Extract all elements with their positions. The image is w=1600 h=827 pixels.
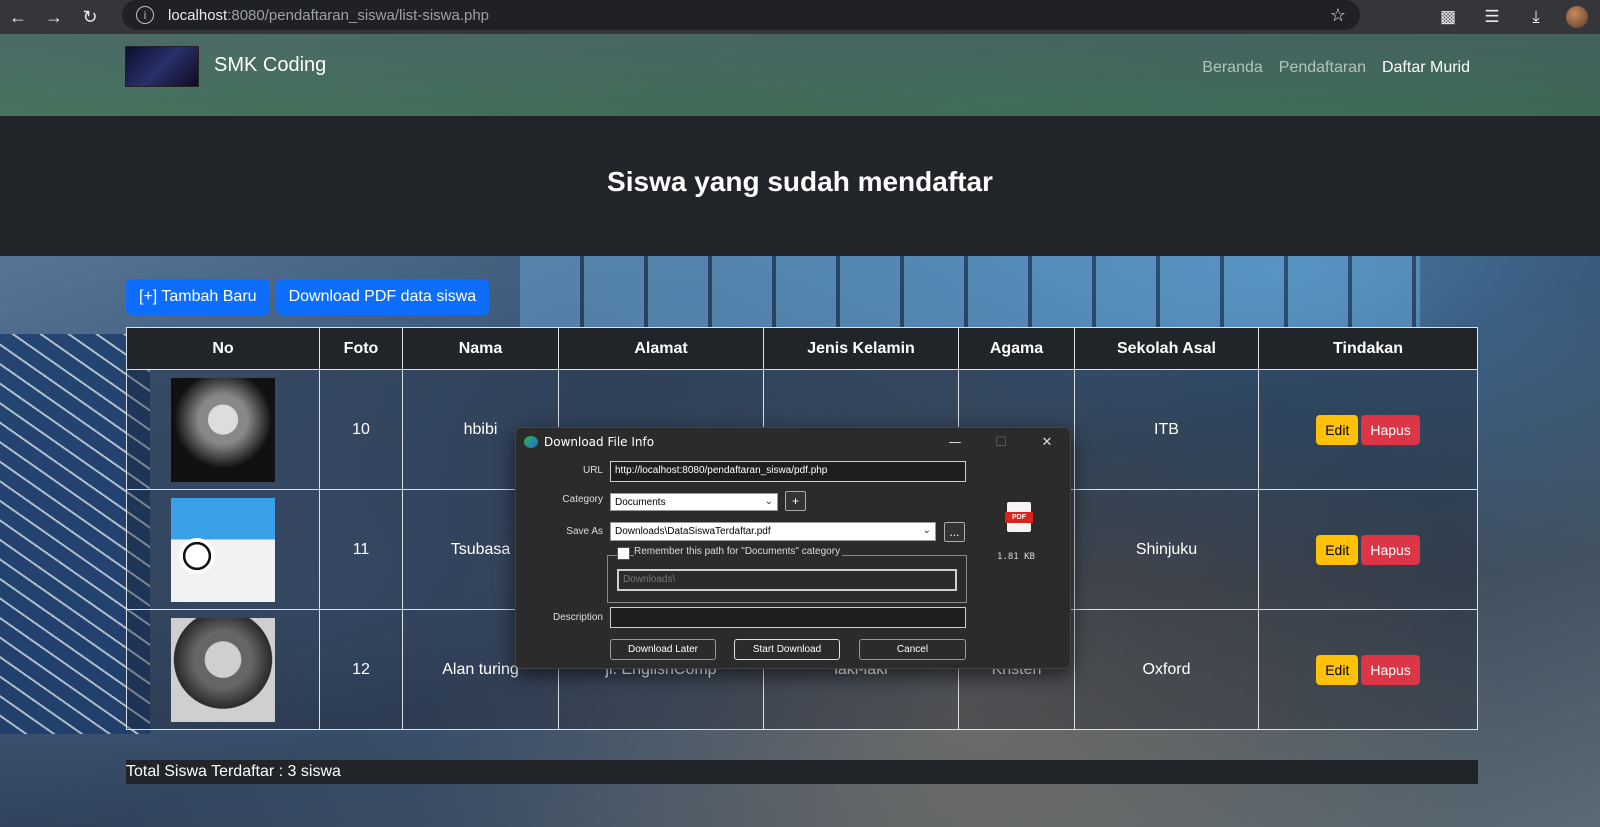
maximize-icon: ☐ xyxy=(995,434,1007,450)
cell-sekolah-asal: Oxford xyxy=(1074,609,1259,730)
category-select[interactable]: Documents ⌄ xyxy=(610,493,778,511)
remember-path-field: Downloads\ xyxy=(617,569,957,591)
edit-button[interactable]: Edit xyxy=(1316,534,1359,565)
extensions-icon[interactable]: ▩ xyxy=(1426,0,1470,34)
download-icon[interactable]: ⤓ xyxy=(1514,0,1558,34)
photo-cell xyxy=(126,369,320,490)
save-as-label: Save As xyxy=(566,526,603,537)
cell-tindakan: Edit Hapus xyxy=(1258,609,1478,730)
nav-link-daftar-murid[interactable]: Daftar Murid xyxy=(1382,59,1470,77)
close-icon[interactable]: ✕ xyxy=(1024,428,1070,456)
add-student-button[interactable]: [+] Tambah Baru xyxy=(126,279,270,315)
download-pdf-button[interactable]: Download PDF data siswa xyxy=(275,279,490,315)
photo-cell xyxy=(126,489,320,610)
col-header-agama: Agama xyxy=(958,327,1075,370)
url-field[interactable]: http://localhost:8080/pendaftaran_siswa/… xyxy=(610,461,966,482)
forward-icon[interactable]: → xyxy=(36,0,72,34)
edit-button[interactable]: Edit xyxy=(1316,654,1359,685)
action-buttons: [+] Tambah Baru Download PDF data siswa xyxy=(126,279,490,315)
chevron-down-icon: ⌄ xyxy=(922,525,931,536)
cancel-button[interactable]: Cancel xyxy=(859,639,966,660)
dialog-title: Download File Info xyxy=(544,435,655,449)
col-header-tindakan: Tindakan xyxy=(1258,327,1478,370)
cell-tindakan: Edit Hapus xyxy=(1258,369,1478,490)
browser-actions: ▩ ☰ ⤓ xyxy=(1426,0,1600,34)
student-photo xyxy=(171,497,275,602)
col-header-jenis-kelamin: Jenis Kelamin xyxy=(763,327,959,370)
address-bar[interactable]: i localhost:8080/pendaftaran_siswa/list-… xyxy=(122,0,1360,30)
download-later-button[interactable]: Download Later xyxy=(610,639,716,660)
remember-path-checkbox[interactable] xyxy=(617,547,630,560)
total-students: Total Siswa Terdaftar : 3 siswa xyxy=(126,760,1478,784)
student-photo xyxy=(171,617,275,722)
cell-no: 10 xyxy=(319,369,403,490)
save-as-field[interactable]: Downloads\DataSiswaTerdaftar.pdf ⌄ xyxy=(610,522,936,541)
brand-logo[interactable] xyxy=(125,46,199,87)
cell-sekolah-asal: Shinjuku xyxy=(1074,489,1259,610)
category-value: Documents xyxy=(615,497,666,508)
page-title: Siswa yang sudah mendaftar xyxy=(607,166,993,197)
pdf-tag: PDF xyxy=(1005,512,1033,523)
bookmark-star-icon[interactable]: ☆ xyxy=(1330,5,1346,26)
remember-path-label: Remember this path for "Documents" categ… xyxy=(634,546,843,557)
pdf-file-icon: PDF xyxy=(1005,502,1033,532)
category-label: Category xyxy=(562,494,603,505)
nav-link-beranda[interactable]: Beranda xyxy=(1202,59,1263,77)
nav-link-pendaftaran[interactable]: Pendaftaran xyxy=(1279,59,1366,77)
col-header-alamat: Alamat xyxy=(558,327,764,370)
student-photo xyxy=(171,377,275,482)
photo-cell xyxy=(126,609,320,730)
chevron-down-icon: ⌄ xyxy=(764,496,773,507)
save-as-value: Downloads\DataSiswaTerdaftar.pdf xyxy=(615,526,771,537)
cell-no: 11 xyxy=(319,489,403,610)
add-category-button[interactable]: + xyxy=(785,491,806,511)
url-text: localhost:8080/pendaftaran_siswa/list-si… xyxy=(168,6,490,24)
col-header-foto: Foto xyxy=(319,327,403,370)
profile-avatar[interactable] xyxy=(1566,6,1588,28)
site-info-icon[interactable]: i xyxy=(136,6,154,24)
page-header: Siswa yang sudah mendaftar xyxy=(0,116,1600,256)
delete-button[interactable]: Hapus xyxy=(1361,654,1420,685)
back-icon[interactable]: ← xyxy=(0,0,36,34)
cell-tindakan: Edit Hapus xyxy=(1258,489,1478,610)
site-navbar: SMK Coding Beranda Pendaftaran Daftar Mu… xyxy=(0,34,1600,116)
reload-icon[interactable]: ↻ xyxy=(72,0,108,34)
edit-button[interactable]: Edit xyxy=(1316,414,1359,445)
col-header-no: No xyxy=(126,327,320,370)
nav-links: Beranda Pendaftaran Daftar Murid xyxy=(1202,59,1470,77)
start-download-button[interactable]: Start Download xyxy=(734,639,840,660)
window-controls: — ☐ ✕ xyxy=(932,428,1070,456)
delete-button[interactable]: Hapus xyxy=(1361,534,1420,565)
file-size: 1.81 KB xyxy=(997,552,1035,562)
minimize-icon[interactable]: — xyxy=(932,428,978,456)
browser-toolbar: ← → ↻ i localhost:8080/pendaftaran_siswa… xyxy=(0,0,1600,34)
cell-no: 12 xyxy=(319,609,403,730)
col-header-nama: Nama xyxy=(402,327,559,370)
col-header-sekolah-asal: Sekolah Asal xyxy=(1074,327,1259,370)
dialog-titlebar[interactable]: Download File Info — ☐ ✕ xyxy=(516,428,1070,456)
description-label: Description xyxy=(552,612,603,623)
cell-sekolah-asal: ITB xyxy=(1074,369,1259,490)
media-queue-icon[interactable]: ☰ xyxy=(1470,0,1514,34)
delete-button[interactable]: Hapus xyxy=(1361,414,1420,445)
browse-button[interactable]: ... xyxy=(944,522,965,542)
url-label: URL xyxy=(582,465,603,476)
description-field[interactable] xyxy=(610,607,966,628)
download-manager-logo-icon xyxy=(524,436,538,448)
brand-name[interactable]: SMK Coding xyxy=(214,54,326,77)
table-header-row: No Foto Nama Alamat Jenis Kelamin Agama … xyxy=(126,327,1478,370)
